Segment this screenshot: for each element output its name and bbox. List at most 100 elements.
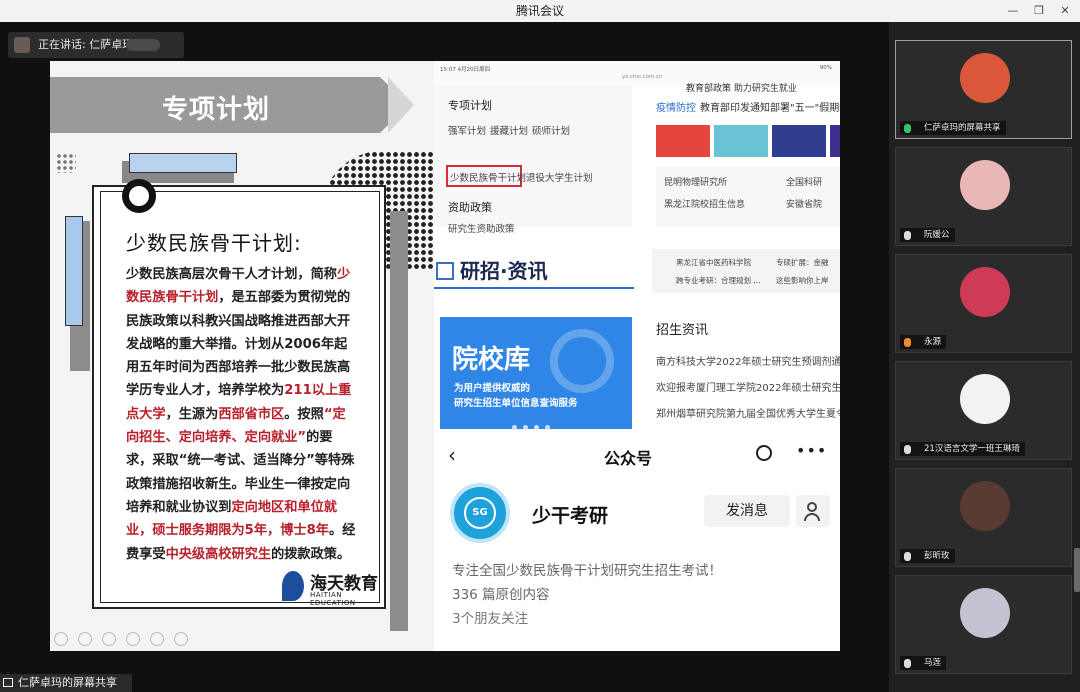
menu-heading-funding: 资助政策	[448, 201, 492, 214]
menu-item[interactable]: 退役大学生计划	[526, 170, 593, 184]
ticker-item[interactable]: 跨专业考研：合理规划 ...	[676, 275, 761, 286]
section-title-text: 研招·资讯	[460, 259, 548, 283]
participant-tile[interactable]: 永源	[895, 254, 1072, 353]
ticker-item[interactable]: 专硕扩展：金融	[776, 257, 829, 268]
user-icon[interactable]	[796, 495, 830, 527]
wechat-title: 公众号	[604, 449, 653, 468]
news-list-item[interactable]: 全国科研	[786, 175, 822, 188]
shared-screen-area: 正在讲话: 仁萨卓玛 专项计划 少数民族骨干计划: 少数民族高层次骨干人才计划，…	[0, 22, 889, 692]
admissions-item[interactable]: 欢迎报考厦门理工学院2022年硕士研究生	[656, 379, 840, 394]
menu-item[interactable]: 强军计划	[448, 123, 486, 137]
scroll-handle[interactable]	[1074, 548, 1080, 592]
participant-label: 彭昕玫	[900, 549, 955, 563]
participant-avatar	[960, 267, 1010, 317]
highlight-text: 中央级高校研究生	[165, 546, 272, 562]
news-list: 昆明物理研究所 全国科研 黑龙江院校招生信息 安徽省院	[656, 167, 840, 227]
close-button[interactable]: ✕	[1052, 0, 1078, 22]
card-body-text: 少数民族高层次骨干人才计划，简称少数民族骨干计划，是五部委为贯彻党的民族政策以科…	[126, 263, 358, 566]
account-name: 少干考研	[532, 505, 609, 527]
participant-tile[interactable]: 阮媛公	[895, 147, 1072, 246]
news-thumb[interactable]	[830, 125, 840, 157]
grid-icon[interactable]	[126, 632, 140, 646]
program-menu: 专项计划 强军计划 援藏计划 硕师计划 少数民族骨干计划 退役大学生计划 资助政…	[434, 85, 632, 235]
participant-avatar	[960, 481, 1010, 531]
mic-icon	[904, 552, 911, 561]
menu-item[interactable]: 援藏计划	[490, 123, 528, 137]
send-message-button[interactable]: 发消息	[704, 495, 790, 527]
news-list-item[interactable]: 黑龙江院校招生信息	[664, 197, 745, 210]
participant-avatar	[960, 160, 1010, 210]
pen-icon[interactable]	[102, 632, 116, 646]
participant-label: 永源	[900, 335, 947, 349]
screen-share-icon	[3, 678, 13, 687]
presentation-slide: 专项计划 少数民族骨干计划: 少数民族高层次骨干人才计划，简称少数民族骨干计划，…	[50, 61, 434, 651]
next-icon[interactable]	[78, 632, 92, 646]
participant-avatar	[960, 588, 1010, 638]
participant-avatar	[960, 53, 1010, 103]
body-text: 。按照	[284, 406, 324, 422]
prev-icon[interactable]	[54, 632, 68, 646]
speaker-indicator: 正在讲话: 仁萨卓玛	[8, 32, 184, 58]
share-label: 仁萨卓玛的屏幕共享	[18, 676, 117, 689]
account-description: 专注全国少数民族骨干计划研究生招生考试！	[452, 563, 722, 579]
news-list-item[interactable]: 安徽省院	[786, 197, 822, 210]
maximize-button[interactable]: ❐	[1026, 0, 1052, 22]
zoom-icon[interactable]	[150, 632, 164, 646]
participant-avatar	[960, 374, 1010, 424]
status-time: 15:07 4月20日周四	[440, 67, 491, 73]
participant-label: 21汉语言文学一班王琳琦	[900, 442, 1025, 456]
window-title: 腾讯会议	[515, 4, 564, 18]
news-thumb[interactable]	[714, 125, 768, 157]
news-thumb[interactable]	[772, 125, 826, 157]
ticker-item[interactable]: 黑龙江省中医药科学院	[676, 257, 751, 268]
speaker-label: 正在讲话: 仁萨卓玛	[38, 38, 134, 51]
haitian-logo-icon	[282, 571, 304, 601]
status-battery: 90%	[819, 65, 832, 71]
body-text: 少数民族高层次骨干人才计划，简称	[126, 267, 337, 282]
slide-banner-title: 专项计划	[162, 95, 271, 125]
avatar-text: SG	[464, 497, 496, 529]
promo-sub1: 为用户提供权威的	[454, 383, 531, 394]
participant-tile[interactable]: 21汉语言文学一班王琳琦	[895, 361, 1072, 460]
admissions-item[interactable]: 南方科技大学2022年硕士研究生预调剂通知	[656, 353, 840, 368]
participant-label: 仁萨卓玛的屏幕共享	[900, 121, 1006, 135]
promo-sub2: 研究生招生单位信息查询服务	[454, 398, 578, 409]
body-text: ，生源为	[165, 406, 219, 422]
body-text: 的拨款政策。	[271, 546, 351, 562]
participant-label: 阮媛公	[900, 228, 955, 242]
carousel-dots	[512, 415, 556, 433]
menu-item-highlighted[interactable]: 少数民族骨干计划	[450, 170, 526, 184]
more-icon[interactable]	[174, 632, 188, 646]
promo-title: 院校库	[452, 345, 531, 375]
participant-tile[interactable]: 仁萨卓玛的屏幕共享	[895, 40, 1072, 139]
mic-icon	[904, 338, 911, 347]
admissions-item[interactable]: 郑州烟草研究院第九届全国优秀大学生夏令营	[656, 405, 840, 420]
menu-item[interactable]: 硕师计划	[532, 123, 570, 137]
minimize-button[interactable]: —	[1000, 0, 1026, 22]
friends-following[interactable]: 3个朋友关注	[452, 607, 528, 627]
news-thumb[interactable]	[656, 125, 710, 157]
more-icon[interactable]: •••	[796, 441, 827, 460]
news-panel: 疫情防控 教育部印发通知部署"五一"假期教育系 昆明物理研究所 全国科研 黑龙江…	[656, 89, 840, 227]
ring-icon	[122, 179, 156, 213]
speaker-avatar	[14, 37, 30, 53]
news-lead[interactable]: 教育部印发通知部署"五一"假期教育系	[700, 99, 840, 114]
search-icon[interactable]	[756, 445, 772, 461]
banner-chevron	[388, 77, 414, 133]
ticker-item[interactable]: 这些影响你上岸	[776, 275, 829, 286]
menu-item[interactable]: 研究生资助政策	[448, 221, 515, 235]
slide-toolbar	[54, 631, 198, 647]
highlight-text: 西部省市区	[218, 406, 285, 422]
ticker-panel: 黑龙江省中医药科学院 专硕扩展：金融 跨专业考研：合理规划 ... 这些影响你上…	[652, 249, 840, 293]
mic-icon	[904, 231, 911, 240]
share-label-bar: 仁萨卓玛的屏幕共享	[0, 674, 132, 692]
decor-blue-bar	[65, 216, 83, 326]
school-database-promo[interactable]: 院校库 为用户提供权威的研究生招生单位信息查询服务	[440, 317, 632, 430]
participant-tile[interactable]: 彭昕玫	[895, 468, 1072, 567]
back-icon[interactable]: ‹	[448, 443, 456, 467]
wechat-official-account: ‹ 公众号 ••• SG 少干考研 发消息 专注全国少数民族骨干计划研究生招生考…	[434, 433, 840, 651]
participant-label: 马莲	[900, 656, 947, 670]
news-list-item[interactable]: 昆明物理研究所	[664, 175, 727, 188]
participant-tile[interactable]: 马莲	[895, 575, 1072, 674]
section-underline	[434, 287, 634, 289]
